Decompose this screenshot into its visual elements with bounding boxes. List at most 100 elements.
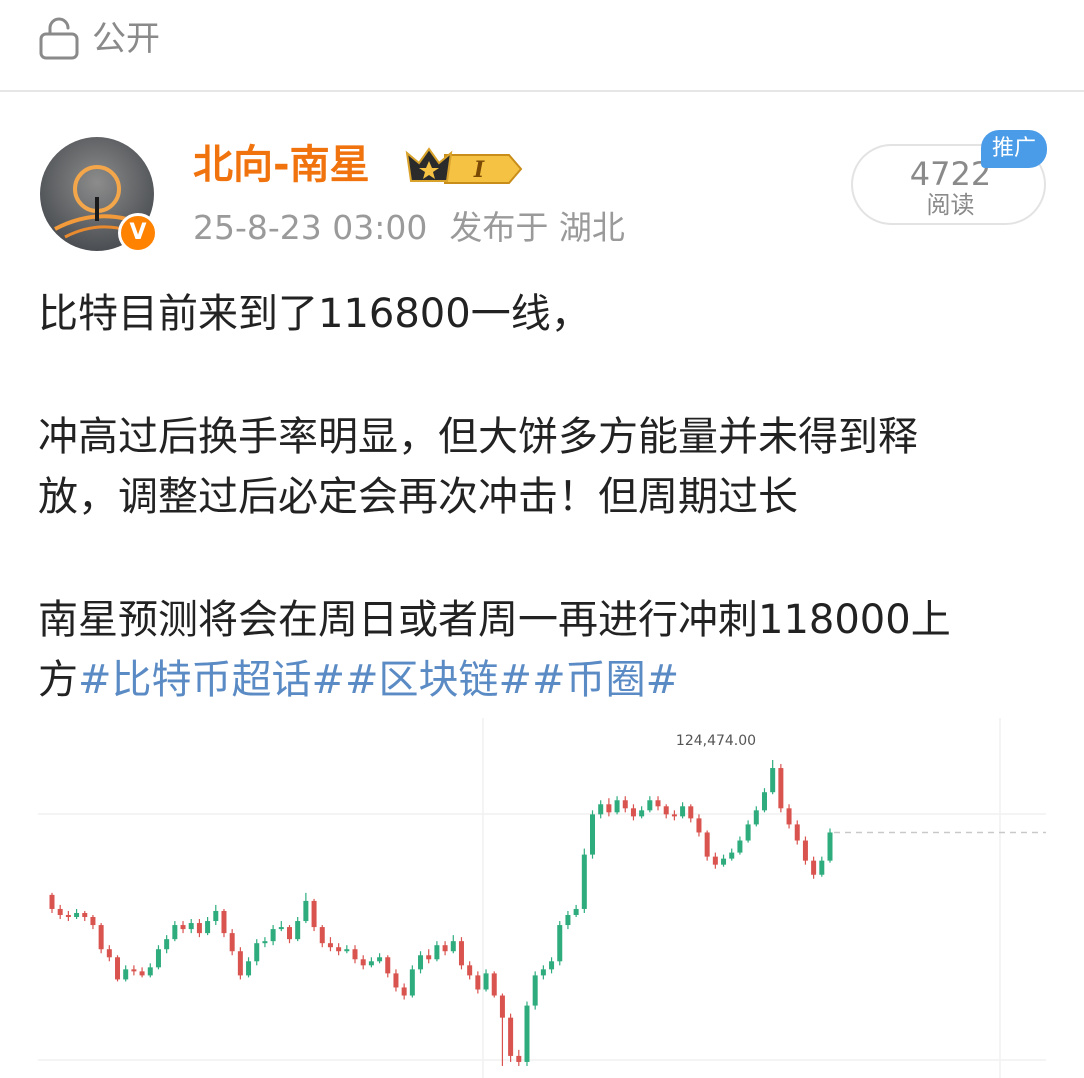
candle-body <box>49 894 55 909</box>
candle-body <box>639 810 645 817</box>
candle-body <box>360 959 366 966</box>
candle-body <box>368 961 374 966</box>
verified-badge: V <box>118 213 158 253</box>
header-divider <box>0 90 1084 92</box>
candle-body <box>508 1017 514 1056</box>
candle-body <box>139 971 145 976</box>
candle-body <box>598 804 604 815</box>
candle-body <box>286 927 292 940</box>
post-location: 发布于 湖北 <box>449 208 625 247</box>
candle-body <box>557 925 563 962</box>
candle-body <box>565 915 571 926</box>
candle-body <box>696 818 702 833</box>
candle-body <box>524 1005 530 1062</box>
price-chart-image[interactable]: 124,474.00 <box>0 718 1084 1078</box>
candle-body <box>90 917 96 926</box>
candle-body <box>65 915 71 918</box>
candle-body <box>115 957 121 980</box>
peak-price-label: 124,474.00 <box>676 733 756 749</box>
candle-body <box>458 941 464 966</box>
candle-body <box>229 933 235 952</box>
candle-body <box>172 925 178 940</box>
top-bar: 公开 <box>0 0 1084 90</box>
candle-body <box>344 949 350 952</box>
candle-body <box>196 923 202 934</box>
candle-body <box>401 987 407 996</box>
post-text-line: 放，调整过后必定会再次冲击！但周期过长 <box>38 474 798 520</box>
candle-body <box>205 921 211 934</box>
candle-body <box>721 858 727 865</box>
candle-body <box>549 961 555 970</box>
candle-body <box>499 995 505 1018</box>
post-text-line: 南星预测将会在周日或者周一再进行冲刺118000上 <box>38 597 951 643</box>
candle-body <box>57 908 63 915</box>
candle-body <box>655 800 661 807</box>
candles <box>49 760 1046 1066</box>
candle-body <box>426 955 432 960</box>
candle-body <box>827 832 833 861</box>
candle-body <box>737 840 743 853</box>
read-label: 阅读 <box>926 191 975 219</box>
candle-body <box>246 961 252 976</box>
candle-body <box>606 804 612 813</box>
candle-body <box>319 927 325 944</box>
post-text-line: 方#比特币超话##区块链##币圈# <box>38 650 679 710</box>
candle-body <box>532 975 538 1006</box>
candle-body <box>753 810 759 825</box>
candle-body <box>82 912 88 918</box>
candle-body <box>262 941 268 944</box>
candle-body <box>377 957 383 962</box>
candle-body <box>450 941 456 952</box>
candle-body <box>385 957 391 974</box>
candle-body <box>729 852 735 859</box>
candle-body <box>712 856 718 865</box>
visibility-label[interactable]: 公开 <box>92 17 160 61</box>
candle-body <box>418 955 424 970</box>
candle-body <box>237 951 243 976</box>
candle-body <box>794 824 800 841</box>
post-text-line: 冲高过后换手率明显，但大饼多方能量并未得到释 <box>38 414 918 460</box>
promote-tag[interactable]: 推广 <box>981 130 1047 168</box>
candle-body <box>188 923 194 930</box>
candle-body <box>688 806 694 819</box>
hashtag-link[interactable]: #区块链# <box>345 657 532 703</box>
chart-grid <box>38 718 1046 1078</box>
candle-body <box>614 800 620 813</box>
candle-body <box>770 768 776 793</box>
candle-body <box>680 806 686 817</box>
candle-body <box>278 927 284 930</box>
hashtag-link[interactable]: #币圈# <box>532 657 679 703</box>
post-time: 25-8-23 03:00 <box>193 208 428 247</box>
post-meta: 25-8-23 03:00 发布于 湖北 <box>193 205 625 251</box>
candle-body <box>671 814 677 817</box>
candle-body <box>442 945 448 952</box>
candle-body <box>573 908 579 915</box>
candle-body <box>221 910 227 934</box>
candle-body <box>540 969 546 976</box>
candle-body <box>622 800 628 809</box>
candle-body <box>819 860 825 875</box>
candle-body <box>483 973 489 990</box>
hashtag-link[interactable]: #比特币超话# <box>78 657 345 703</box>
candle-body <box>467 965 473 976</box>
candle-body <box>663 806 669 815</box>
candle-body <box>786 808 792 825</box>
candle-body <box>295 921 301 940</box>
candle-body <box>352 949 358 960</box>
candle-body <box>336 947 342 952</box>
lock-icon <box>39 17 79 60</box>
candle-body <box>164 939 170 950</box>
author-name[interactable]: 北向-南星 <box>193 140 370 190</box>
candle-body <box>106 949 112 958</box>
candle-body <box>327 943 333 948</box>
candle-body <box>131 969 137 972</box>
candle-body <box>647 800 653 811</box>
candle-body <box>704 832 710 857</box>
candle-body <box>254 943 260 962</box>
candle-body <box>491 973 497 996</box>
member-level-badge: I <box>405 147 523 184</box>
candle-body <box>516 1055 522 1062</box>
candle-body <box>581 854 587 909</box>
candle-body <box>761 792 767 811</box>
candle-body <box>303 900 309 922</box>
